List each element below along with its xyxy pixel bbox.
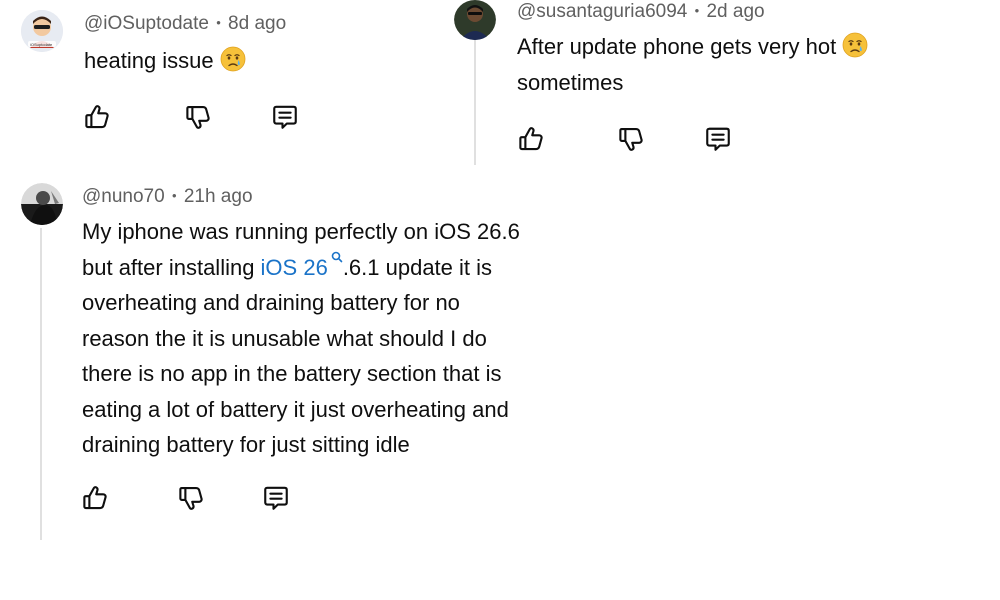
dislike-icon: [183, 102, 213, 132]
like-button[interactable]: [514, 122, 548, 156]
comment-meta: @susantaguria6094 • 2d ago: [517, 1, 765, 23]
comment-text-line-1: After update phone gets very hot: [517, 34, 837, 59]
comment-time[interactable]: 8d ago: [228, 13, 286, 34]
reply-icon: [261, 483, 291, 513]
comment-text-line: eating a lot of battery it just overheat…: [82, 396, 509, 422]
dislike-icon: [616, 124, 646, 154]
crying-face-emoji-icon: [220, 46, 246, 72]
crying-face-emoji-icon: [842, 32, 868, 58]
comment-text-line: draining battery for just sitting idle: [82, 432, 410, 457]
author-handle[interactable]: @iOSuptodate: [84, 13, 209, 34]
comment-text: After update phone gets very hot sometim…: [517, 29, 868, 100]
search-link-text: iOS 26: [260, 254, 328, 280]
comment-text-line-2: sometimes: [517, 69, 624, 95]
comment-meta: @iOSuptodate • 8d ago: [84, 13, 286, 35]
like-icon: [82, 102, 112, 132]
reply-button[interactable]: [259, 481, 293, 515]
avatar[interactable]: iOSuptodate: [21, 10, 63, 52]
reply-icon: [270, 102, 300, 132]
reply-icon: [703, 124, 733, 154]
author-handle[interactable]: @nuno70: [82, 186, 165, 207]
comment-text-content: heating issue: [84, 48, 214, 73]
separator-dot: •: [171, 188, 177, 203]
dislike-icon: [176, 483, 206, 513]
comment-text-segment: but after installing: [82, 254, 261, 280]
comment-text-line: there is no app in the battery section t…: [82, 361, 502, 386]
reply-button[interactable]: [701, 122, 735, 156]
comment-text: My iphone was running perfectly on iOS 2…: [82, 214, 520, 463]
dislike-button[interactable]: [174, 481, 208, 515]
thread-line-reply-2: [40, 228, 42, 540]
avatar-image: [21, 183, 63, 225]
author-handle[interactable]: @susantaguria6094: [517, 1, 687, 22]
comment-text-line: My iphone was running perfectly on iOS 2…: [82, 219, 520, 244]
comment-text-line: overheating and draining battery for no: [82, 290, 460, 315]
comment-time[interactable]: 2d ago: [706, 1, 764, 22]
like-icon: [516, 124, 546, 154]
dislike-button[interactable]: [181, 100, 215, 134]
avatar[interactable]: [21, 183, 63, 225]
separator-dot: •: [694, 3, 700, 18]
comment-text-line: but after installing iOS 26 .6.1 update i…: [82, 250, 520, 286]
avatar-text: iOSuptodate: [30, 42, 53, 47]
comment-meta: @nuno70 • 21h ago: [82, 186, 253, 208]
reply-button[interactable]: [268, 100, 302, 134]
search-link[interactable]: iOS 26: [260, 251, 343, 280]
search-icon: [331, 251, 343, 262]
comment-text-segment: .6.1 update it is: [342, 254, 493, 280]
comment-text-line: reason the it is unusable what should I …: [82, 325, 487, 351]
like-button[interactable]: [78, 481, 112, 515]
avatar-image: [454, 0, 496, 40]
separator-dot: •: [216, 15, 221, 30]
like-icon: [80, 483, 110, 513]
comment-text: heating issue: [84, 43, 246, 79]
like-button[interactable]: [80, 100, 114, 134]
comment-time[interactable]: 21h ago: [184, 186, 253, 207]
dislike-button[interactable]: [614, 122, 648, 156]
avatar[interactable]: [454, 0, 496, 40]
